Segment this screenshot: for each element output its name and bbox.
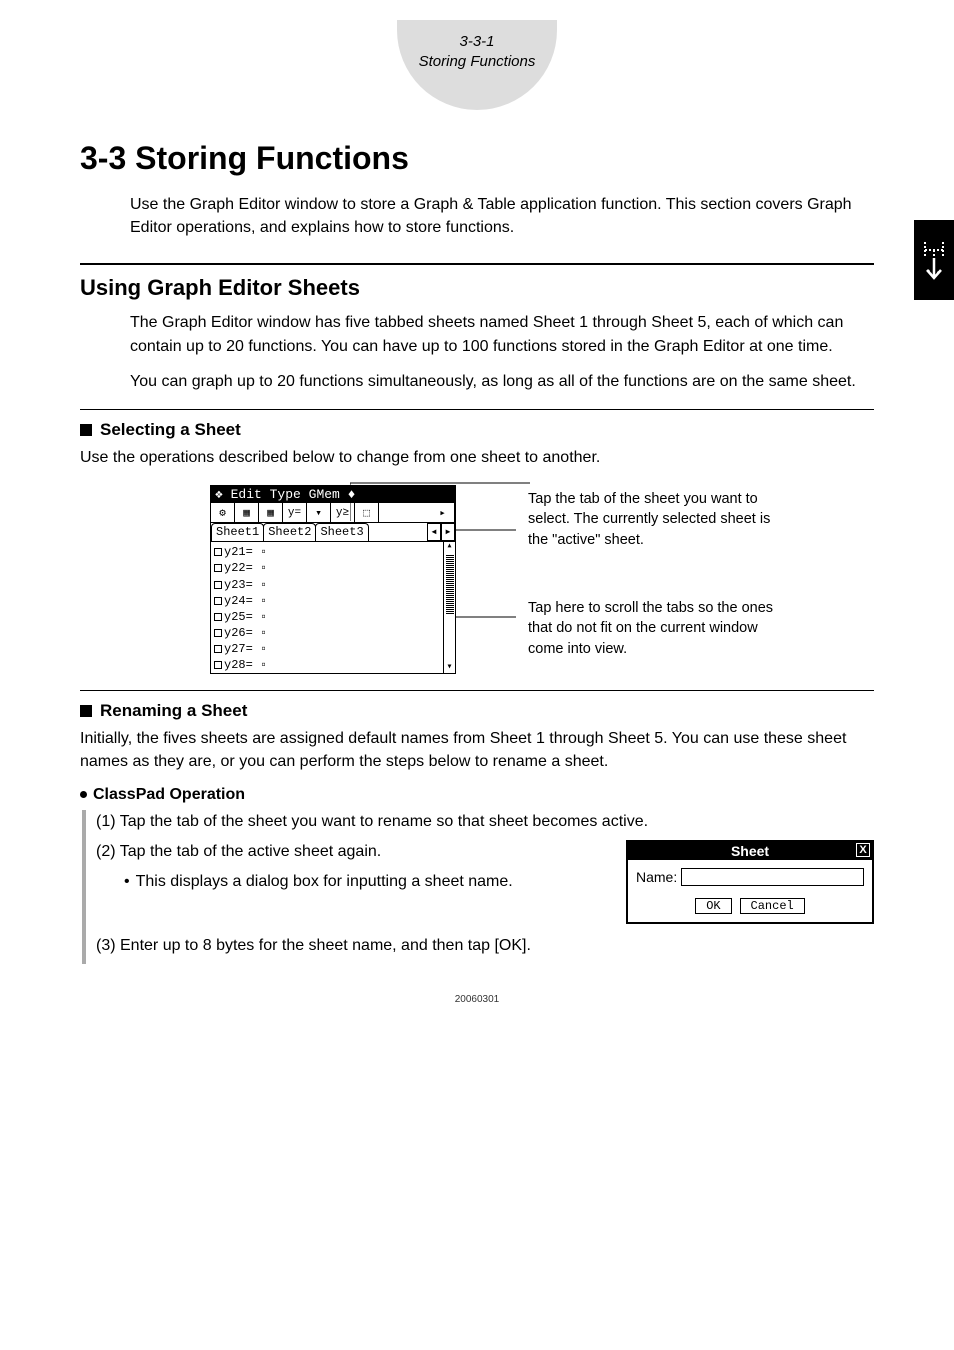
toolbar-icon: ⚙ [211, 503, 235, 522]
operation-heading: ClassPad Operation [80, 786, 874, 804]
sheet-rename-dialog-figure: Sheet X Name: OK Cancel [626, 840, 874, 924]
subsection-selecting-sheet: Selecting a Sheet [80, 420, 874, 440]
side-tab-icon [914, 220, 954, 300]
square-bullet-icon [80, 705, 92, 717]
function-row: y27= ▫ [214, 641, 441, 657]
callout-tab-scroll: Tap here to scroll the tabs so the ones … [528, 598, 783, 659]
section-heading: Using Graph Editor Sheets [80, 275, 874, 301]
sheet-dialog: Sheet X Name: OK Cancel [626, 840, 874, 924]
tab-scroll-right-icon: ▸ [441, 523, 455, 541]
close-icon[interactable]: X [856, 843, 870, 857]
step-3: (3) Enter up to 8 bytes for the sheet na… [96, 934, 874, 958]
function-row: y21= ▫ [214, 544, 441, 560]
cancel-button[interactable]: Cancel [740, 898, 805, 914]
name-label: Name: [636, 869, 677, 885]
dialog-titlebar: Sheet X [628, 842, 872, 860]
sheet-tab: Sheet2 [263, 523, 316, 541]
section-body-2: You can graph up to 20 functions simulta… [130, 370, 874, 393]
operation-steps: (1) Tap the tab of the sheet you want to… [82, 810, 874, 964]
toolbar-icon: ▾ [307, 503, 331, 522]
chapter-intro: Use the Graph Editor window to store a G… [130, 193, 874, 239]
subsection-desc: Initially, the fives sheets are assigned… [80, 727, 874, 773]
function-row: y25= ▫ [214, 609, 441, 625]
page-header-bubble: 3-3-1 Storing Functions [397, 20, 557, 110]
dot-bullet-icon [80, 791, 87, 798]
callout-tab-select: Tap the tab of the sheet you want to sel… [528, 489, 783, 550]
toolbar-icon: y= [283, 503, 307, 522]
divider [80, 263, 874, 265]
calculator-screenshot: ❖ Edit Type GMem ♦ ⚙ ▦ ▦ y= ▾ y≥ ⬚ ▸ She… [210, 485, 456, 674]
toolbar-icon: ⬚ [355, 503, 379, 522]
function-row: y23= ▫ [214, 577, 441, 593]
function-row: y22= ▫ [214, 560, 441, 576]
page-header-title: Storing Functions [397, 52, 557, 72]
divider [80, 409, 874, 410]
scroll-down-icon: ▾ [446, 663, 452, 673]
step-1: (1) Tap the tab of the sheet you want to… [96, 810, 874, 834]
scrollbar: ▴ ▾ [443, 542, 455, 673]
calc-tabs: Sheet1 Sheet2 Sheet3 ◂ ▸ [211, 523, 455, 541]
function-row: y26= ▫ [214, 625, 441, 641]
operation-heading-text: ClassPad Operation [93, 786, 245, 804]
scroll-thumb [446, 554, 454, 614]
tab-scroll-left-icon: ◂ [427, 523, 441, 541]
subsection-heading: Selecting a Sheet [100, 420, 241, 440]
toolbar-icon: ▦ [259, 503, 283, 522]
scroll-up-icon: ▴ [446, 542, 452, 552]
subsection-desc: Use the operations described below to ch… [80, 446, 874, 469]
divider [80, 690, 874, 691]
toolbar-icon: ▦ [235, 503, 259, 522]
section-body-1: The Graph Editor window has five tabbed … [130, 311, 874, 357]
calc-function-list: y21= ▫ y22= ▫ y23= ▫ y24= ▫ y25= ▫ y26= … [211, 541, 455, 673]
sheet-tab: Sheet3 [315, 523, 368, 541]
sheet-name-input[interactable] [681, 868, 864, 886]
page-header-code: 3-3-1 [397, 32, 557, 52]
step-2-sub: • This displays a dialog box for inputti… [124, 870, 544, 894]
chapter-heading: 3-3 Storing Functions [80, 140, 874, 177]
subsection-renaming-sheet: Renaming a Sheet [80, 701, 874, 721]
calc-menubar: ❖ Edit Type GMem ♦ [211, 486, 455, 503]
toolbar-icon: y≥ [331, 503, 355, 522]
function-row: y24= ▫ [214, 593, 441, 609]
step-2-sub-text: This displays a dialog box for inputting… [136, 870, 513, 894]
dialog-title-text: Sheet [731, 843, 769, 859]
ok-button[interactable]: OK [695, 898, 731, 914]
toolbar-arrow-icon: ▸ [431, 503, 455, 522]
footer-number: 20060301 [0, 994, 954, 1005]
figure-graph-editor: ❖ Edit Type GMem ♦ ⚙ ▦ ▦ y= ▾ y≥ ⬚ ▸ She… [210, 485, 874, 674]
calc-toolbar: ⚙ ▦ ▦ y= ▾ y≥ ⬚ ▸ [211, 503, 455, 523]
square-bullet-icon [80, 424, 92, 436]
subsection-heading: Renaming a Sheet [100, 701, 247, 721]
sheet-tab: Sheet1 [211, 523, 264, 541]
bullet-dot: • [124, 870, 130, 894]
tab-scroll-arrows: ◂ ▸ [427, 523, 455, 541]
function-row: y28= ▫ [214, 657, 441, 673]
